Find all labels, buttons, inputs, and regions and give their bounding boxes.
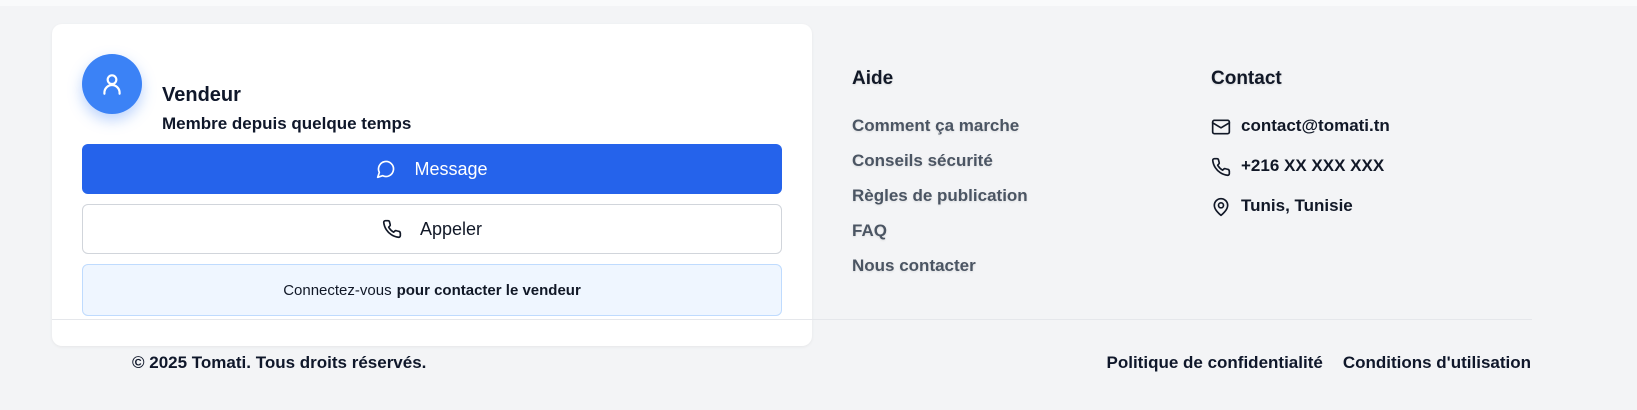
phone-icon xyxy=(382,219,402,239)
contact-phone[interactable]: +216 XX XXX XXX xyxy=(1211,156,1390,196)
copyright: © 2025 Tomati. Tous droits réservés. xyxy=(132,353,427,372)
aide-link-how-it-works[interactable]: Comment ça marche xyxy=(852,116,1028,151)
contact-heading: Contact xyxy=(1211,68,1282,89)
login-prompt: Connectez-vous pour contacter le vendeur xyxy=(82,264,782,316)
aide-link-posting-rules[interactable]: Règles de publication xyxy=(852,186,1028,221)
contact-phone-text: +216 XX XXX XXX xyxy=(1241,156,1385,175)
aide-heading: Aide xyxy=(852,68,894,89)
call-button[interactable]: Appeler xyxy=(82,204,782,254)
aide-link-faq[interactable]: FAQ xyxy=(852,221,1028,256)
user-icon xyxy=(103,74,121,95)
phone-icon xyxy=(1211,157,1231,177)
message-button-label: Message xyxy=(414,158,488,179)
footer-divider xyxy=(52,319,1532,320)
legal-links: Politique de confidentialité Conditions … xyxy=(1107,353,1531,373)
login-link[interactable]: Connectez-vous xyxy=(283,282,391,299)
login-prompt-text: pour contacter le vendeur xyxy=(396,281,581,299)
message-button[interactable]: Message xyxy=(82,144,782,194)
top-strip xyxy=(0,0,1637,6)
aide-links: Comment ça marche Conseils sécurité Règl… xyxy=(852,116,1028,291)
seller-name: Vendeur xyxy=(162,84,241,106)
contact-email-text: contact@tomati.tn xyxy=(1241,116,1390,135)
contact-details: contact@tomati.tn +216 XX XXX XXX Tunis,… xyxy=(1211,116,1390,236)
seller-member-since: Membre depuis quelque temps xyxy=(162,114,412,133)
seller-avatar xyxy=(82,54,142,114)
mail-icon xyxy=(1211,119,1231,135)
aide-link-contact-us[interactable]: Nous contacter xyxy=(852,256,1028,291)
map-pin-icon xyxy=(1213,197,1229,217)
call-button-label: Appeler xyxy=(419,218,483,239)
contact-location-text: Tunis, Tunisie xyxy=(1241,196,1353,215)
chat-bubble-icon xyxy=(377,160,395,179)
aide-link-safety-tips[interactable]: Conseils sécurité xyxy=(852,151,1028,186)
terms-of-use-link[interactable]: Conditions d'utilisation xyxy=(1343,353,1531,373)
privacy-policy-link[interactable]: Politique de confidentialité xyxy=(1107,353,1323,373)
contact-location: Tunis, Tunisie xyxy=(1211,196,1390,236)
contact-email[interactable]: contact@tomati.tn xyxy=(1211,116,1390,156)
seller-card: Vendeur Membre depuis quelque temps Mess… xyxy=(52,24,812,346)
